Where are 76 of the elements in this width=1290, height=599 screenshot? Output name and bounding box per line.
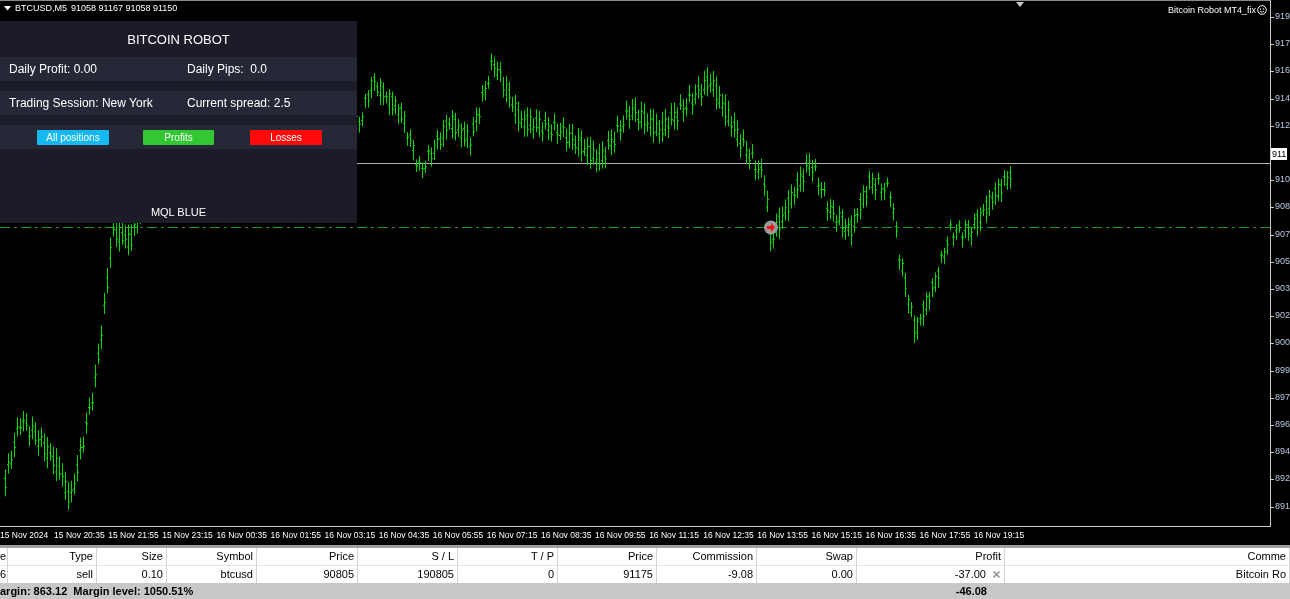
filter-button[interactable]: Losses — [250, 129, 322, 145]
time-label: 15 Nov 23:15 — [162, 530, 214, 542]
stat-label: Current spread: 2.5 — [187, 96, 292, 110]
price-label: 900 — [1274, 337, 1290, 348]
table-cell: sell — [8, 566, 97, 583]
trade-marker-icon — [764, 220, 778, 235]
column-header[interactable]: Type — [8, 548, 97, 566]
ohlc-label: 91058 91167 91058 91150 — [71, 3, 178, 13]
column-header[interactable]: Commission — [657, 548, 757, 566]
column-header[interactable]: S / L — [358, 548, 458, 566]
price-label: 899 — [1274, 364, 1290, 375]
time-label: 15 Nov 21:55 — [108, 530, 160, 542]
table-cell: 90805 — [257, 566, 358, 583]
time-label: 16 Nov 00:35 — [216, 530, 268, 542]
time-label: 15 Nov 20:35 — [54, 530, 106, 542]
table-cell: 91175 — [558, 566, 657, 583]
stat-label: Daily Profit: 0.00 — [9, 62, 99, 76]
time-label: 16 Nov 17:55 — [919, 530, 972, 542]
price-label: 914 — [1274, 92, 1290, 103]
column-header[interactable]: Size — [97, 548, 167, 566]
column-header[interactable]: Price — [257, 548, 358, 566]
price-label: 892 — [1274, 473, 1290, 484]
time-label: 16 Nov 07:15 — [486, 530, 539, 542]
stat-label: Trading Session: New York — [9, 96, 154, 110]
column-header[interactable]: Symbol — [167, 548, 257, 566]
table-cell: 190805 — [358, 566, 458, 583]
time-label: 16 Nov 03:15 — [324, 530, 377, 542]
table-cell: btcusd — [167, 566, 257, 583]
column-header[interactable]: T / P — [458, 548, 558, 566]
price-label: 902 — [1274, 310, 1290, 321]
table-cell: 0.10 — [97, 566, 167, 583]
expert-label: Bitcoin Robot MT4_fix — [1167, 5, 1256, 15]
price-label: 894 — [1274, 446, 1290, 457]
table-cell: 0.00 — [757, 566, 857, 583]
price-label: 910 — [1274, 174, 1290, 185]
price-label: 908 — [1274, 201, 1290, 212]
price-label: 916 — [1274, 65, 1290, 76]
time-label: 16 Nov 08:35 — [540, 530, 593, 542]
time-label: 16 Nov 19:15 — [973, 530, 1026, 542]
price-label: 919 — [1274, 11, 1290, 21]
column-header[interactable]: Swap — [757, 548, 857, 566]
time-label: 16 Nov 01:55 — [270, 530, 323, 542]
time-label: 16 Nov 09:55 — [595, 530, 647, 542]
close-icon[interactable] — [993, 571, 1000, 578]
panel-title: BITCOIN ROBOT — [126, 30, 231, 49]
table-cell: 0 — [458, 566, 558, 583]
price-label: 905 — [1274, 255, 1290, 266]
time-label: 16 Nov 11:15 — [649, 530, 701, 542]
table-cell: -9.08 — [657, 566, 757, 583]
total-profit: -46.08 — [954, 584, 987, 599]
time-label: 16 Nov 16:35 — [865, 530, 918, 542]
price-label: 917 — [1274, 38, 1290, 49]
price-label: 912 — [1274, 119, 1290, 130]
smiley-icon[interactable] — [1256, 5, 1267, 15]
price-label: 903 — [1274, 283, 1290, 294]
column-header[interactable]: Comme — [1005, 548, 1290, 566]
price-label: 891 — [1274, 500, 1290, 511]
time-label: 16 Nov 13:55 — [757, 530, 809, 542]
price-label: 897 — [1274, 391, 1290, 402]
account-summary: argin: 863.12 Margin level: 1050.51% — [0, 584, 195, 599]
time-label: 15 Nov 2024 — [0, 530, 50, 542]
time-label: 16 Nov 05:55 — [432, 530, 485, 542]
time-label: 16 Nov 15:15 — [811, 530, 863, 542]
stat-label: Daily Pips: 0.0 — [187, 62, 269, 76]
table-cell: Bitcoin Ro — [1005, 566, 1290, 583]
column-header[interactable]: Profit — [857, 548, 1005, 566]
caret-icon[interactable] — [4, 5, 11, 11]
time-label: 16 Nov 12:35 — [703, 530, 755, 542]
chart-shift-icon[interactable] — [1016, 2, 1024, 7]
symbol-label: BTCUSD,M5 — [15, 3, 67, 13]
time-label: 16 Nov 04:35 — [378, 530, 431, 542]
price-label: 907 — [1274, 228, 1290, 239]
brand-label: MQL BLUE — [149, 205, 208, 220]
price-label: 896 — [1274, 419, 1290, 430]
column-header[interactable]: Price — [558, 548, 657, 566]
table-cell-text: -37.00 — [954, 567, 986, 582]
